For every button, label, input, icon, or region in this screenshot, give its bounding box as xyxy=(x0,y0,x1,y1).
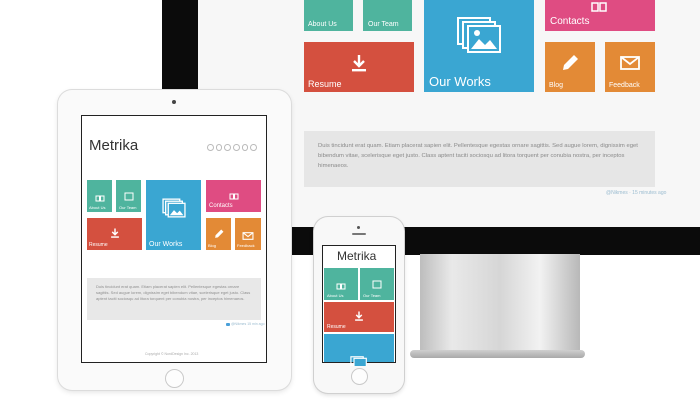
tile-label: Blog xyxy=(208,243,217,248)
tweet-author[interactable]: @Nikmes 15 min ago xyxy=(231,322,265,326)
tablet-tile-feedback[interactable]: Feedback xyxy=(235,218,261,250)
phone-tile-resume[interactable]: Resume xyxy=(324,302,394,332)
phone-tile-team[interactable]: Our Team xyxy=(360,268,394,300)
tile-label: Our Works xyxy=(429,74,491,89)
book-icon xyxy=(95,189,105,207)
tile-label: Resume xyxy=(89,242,108,248)
pencil-icon xyxy=(561,54,579,77)
social-icon[interactable] xyxy=(250,144,258,151)
tweet-meta: @Nikmes · 15 minutes ago xyxy=(604,189,666,197)
tablet-tile-works[interactable]: Our Works xyxy=(146,180,201,250)
social-icon[interactable] xyxy=(207,144,214,151)
tile-label: Blog xyxy=(549,82,564,89)
tile-label: About Us xyxy=(308,21,337,28)
tablet-tile-blog[interactable]: Blog xyxy=(206,218,231,250)
gallery-icon xyxy=(350,353,368,371)
download-icon xyxy=(355,308,364,326)
desktop-tile-team[interactable]: Our Team xyxy=(363,0,412,31)
gallery-icon xyxy=(161,198,186,223)
download-icon xyxy=(110,225,119,243)
tablet-tile-contacts[interactable]: Contacts xyxy=(206,180,261,212)
tablet-tile-about[interactable]: About Us xyxy=(87,180,112,212)
tablet-tweet-meta: @Nikmes 15 min ago xyxy=(226,322,265,326)
desktop-tile-about[interactable]: About Us xyxy=(304,0,353,31)
social-icon[interactable] xyxy=(215,144,223,151)
tile-label: Resume xyxy=(308,79,342,89)
tile-label: Our Team xyxy=(368,21,399,28)
gallery-icon xyxy=(456,16,502,54)
mail-icon xyxy=(242,227,254,245)
desktop-tile-feedback[interactable]: Feedback xyxy=(605,42,655,92)
desktop-tile-works[interactable]: Our Works xyxy=(424,0,534,92)
monitor-stand-base xyxy=(410,350,585,358)
phone-brand: Metrika xyxy=(337,249,377,263)
desktop-tile-blog[interactable]: Blog xyxy=(545,42,595,92)
social-icon[interactable] xyxy=(224,144,232,151)
monitor-stand xyxy=(420,254,580,358)
mail-icon xyxy=(620,56,640,75)
tablet-footer: Copyright © NordDesign Inc. 2013 xyxy=(145,352,199,356)
tablet-tweet-text: Duis tincidunt erat quam. Etiam placerat… xyxy=(96,284,251,301)
tile-label: Contacts xyxy=(550,16,590,27)
tablet-home-button[interactable] xyxy=(165,369,184,388)
phone-tile-works[interactable] xyxy=(324,334,394,368)
download-icon xyxy=(351,54,367,77)
book-icon xyxy=(591,0,607,18)
book-icon xyxy=(229,187,239,205)
desktop-tile-resume[interactable]: Resume xyxy=(304,42,414,92)
twitter-icon xyxy=(226,322,230,326)
phone-speaker xyxy=(352,233,366,235)
team-icon xyxy=(124,188,134,206)
tweet-text: Duis tincidunt erat quam. Etiam placerat… xyxy=(318,143,638,169)
book-icon xyxy=(336,277,346,295)
team-icon xyxy=(372,276,382,294)
tablet-tile-team[interactable]: Our Team xyxy=(116,180,141,212)
tweet-author[interactable]: @Nikmes · 15 minutes ago xyxy=(606,190,666,196)
desktop-tile-contacts[interactable]: Contacts xyxy=(545,0,655,31)
tablet-tile-resume[interactable]: Resume xyxy=(87,218,142,250)
phone-camera xyxy=(357,226,360,229)
tablet-brand: Metrika xyxy=(89,137,139,154)
phone-tile-about[interactable]: About Us xyxy=(324,268,358,300)
tile-label: Our Team xyxy=(119,205,137,210)
tile-label: Our Works xyxy=(149,241,183,248)
tablet-camera xyxy=(172,100,176,104)
tablet-social-icons xyxy=(207,144,258,152)
pencil-icon xyxy=(214,226,224,244)
social-icon[interactable] xyxy=(233,144,240,151)
social-icon[interactable] xyxy=(241,144,249,151)
tile-label: Feedback xyxy=(609,82,640,89)
tile-label: Our Team xyxy=(363,293,381,298)
